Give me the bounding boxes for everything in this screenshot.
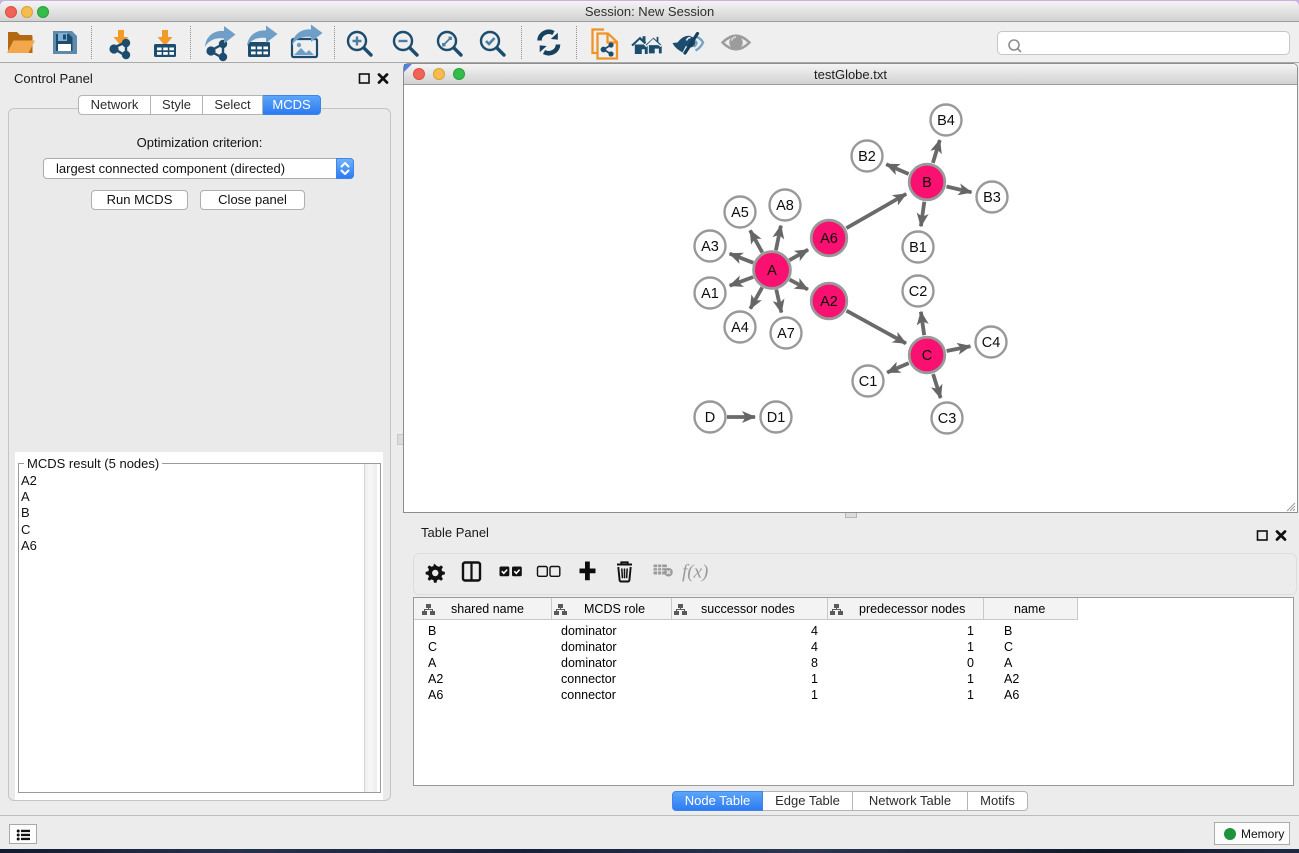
svg-text:B2: B2 [858,149,876,165]
svg-text:1: 1 [967,672,974,686]
svg-text:B1: B1 [909,240,927,256]
svg-text:A: A [767,263,777,279]
svg-text:D: D [705,410,715,426]
svg-text:A6: A6 [428,688,443,702]
svg-text:A2: A2 [428,672,443,686]
svg-text:0: 0 [967,656,974,670]
svg-text:connector: connector [561,688,616,702]
svg-text:C2: C2 [909,284,928,300]
svg-text:C1: C1 [859,374,878,390]
svg-text:A2: A2 [1004,672,1019,686]
svg-text:A6: A6 [820,231,838,247]
svg-text:D1: D1 [767,410,786,426]
svg-text:1: 1 [967,688,974,702]
svg-text:A4: A4 [731,320,749,336]
svg-text:C4: C4 [982,335,1001,351]
svg-text:A5: A5 [731,205,749,221]
svg-text:dominator: dominator [561,624,617,638]
svg-text:A3: A3 [701,239,719,255]
svg-text:B4: B4 [937,113,955,129]
svg-text:C: C [428,640,437,654]
svg-text:B: B [1004,624,1012,638]
svg-text:4: 4 [811,640,818,654]
svg-text:A8: A8 [776,198,794,214]
svg-text:dominator: dominator [561,640,617,654]
svg-text:A: A [428,656,437,670]
svg-text:8: 8 [811,656,818,670]
svg-text:A6: A6 [1004,688,1019,702]
svg-text:C3: C3 [938,411,957,427]
svg-text:A: A [1004,656,1013,670]
svg-text:B: B [428,624,436,638]
svg-text:A7: A7 [777,326,795,342]
svg-text:dominator: dominator [561,656,617,670]
svg-text:B: B [922,175,932,191]
svg-text:connector: connector [561,672,616,686]
svg-text:C: C [1004,640,1013,654]
svg-text:B3: B3 [983,190,1001,206]
svg-text:1: 1 [811,672,818,686]
svg-text:1: 1 [811,688,818,702]
svg-text:1: 1 [967,640,974,654]
svg-text:4: 4 [811,624,818,638]
svg-text:A2: A2 [820,294,838,310]
svg-text:f(x): f(x) [682,562,708,583]
svg-text:A1: A1 [701,286,719,302]
svg-text:1: 1 [967,624,974,638]
svg-text:C: C [922,348,932,364]
